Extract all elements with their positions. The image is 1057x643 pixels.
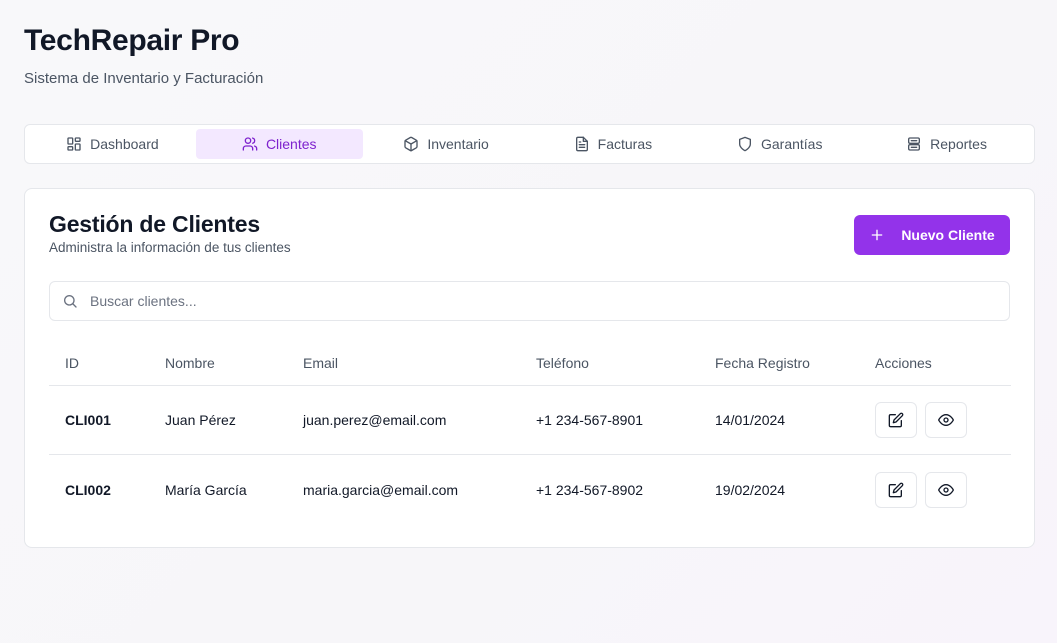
table-header: ID Nombre Email Teléfono Fecha Registro … <box>49 341 1011 386</box>
tab-label: Facturas <box>597 136 653 152</box>
edit-icon <box>888 412 904 428</box>
column-header-email: Email <box>303 355 339 371</box>
section-title: Gestión de Clientes <box>49 211 260 237</box>
tab-label: Inventario <box>427 136 489 152</box>
view-button[interactable] <box>925 402 967 438</box>
client-name: Juan Pérez <box>165 412 236 428</box>
tab-dashboard[interactable]: Dashboard <box>29 129 196 159</box>
column-header-phone: Teléfono <box>536 355 589 371</box>
new-client-button[interactable]: Nuevo Cliente <box>854 215 1010 255</box>
table-row: CLI001 Juan Pérez juan.perez@email.com +… <box>49 386 1011 455</box>
tab-clientes[interactable]: Clientes <box>195 129 363 159</box>
file-text-icon <box>575 136 588 152</box>
tab-label: Reportes <box>930 136 987 152</box>
row-actions <box>875 471 967 508</box>
section-description: Administra la información de tus cliente… <box>49 240 291 255</box>
app-title: TechRepair Pro <box>24 24 240 57</box>
client-date: 19/02/2024 <box>715 481 786 498</box>
client-email: juan.perez@email.com <box>303 412 447 428</box>
column-header-actions: Acciones <box>875 355 932 371</box>
tab-facturas[interactable]: Facturas <box>529 129 696 159</box>
clients-card: Gestión de Clientes Administra la inform… <box>24 188 1035 548</box>
client-id: CLI002 <box>65 481 111 498</box>
eye-icon <box>938 414 954 426</box>
client-phone: +1 234-567-8902 <box>536 481 644 498</box>
client-email: maria.garcia@email.com <box>303 481 459 498</box>
row-actions <box>875 402 967 438</box>
client-phone: +1 234-567-8901 <box>536 412 644 428</box>
users-icon <box>242 137 258 151</box>
new-client-label: Nuevo Cliente <box>901 227 995 243</box>
dashboard-icon <box>67 137 81 151</box>
tab-reportes[interactable]: Reportes <box>863 129 1030 159</box>
plus-icon <box>871 229 883 241</box>
tab-label: Dashboard <box>90 136 159 152</box>
shield-icon <box>738 136 751 152</box>
view-button[interactable] <box>925 471 967 508</box>
reports-icon <box>908 137 921 151</box>
search-input[interactable] <box>90 283 1009 319</box>
column-header-name: Nombre <box>165 355 215 371</box>
edit-button[interactable] <box>875 471 917 508</box>
clients-table: ID Nombre Email Teléfono Fecha Registro … <box>49 341 1011 524</box>
client-name: María García <box>165 481 247 498</box>
main-tabs: Dashboard Clientes Inventario Facturas G… <box>24 124 1035 164</box>
package-icon <box>404 136 418 152</box>
client-date: 14/01/2024 <box>715 412 786 428</box>
client-id: CLI001 <box>65 412 111 428</box>
edit-icon <box>888 482 904 497</box>
tab-garantias[interactable]: Garantías <box>696 129 863 159</box>
app-subtitle: Sistema de Inventario y Facturación <box>24 70 264 87</box>
tab-label: Clientes <box>265 136 317 152</box>
search-icon <box>63 295 77 308</box>
edit-button[interactable] <box>875 402 917 438</box>
table-row: CLI002 María García maria.garcia@email.c… <box>49 455 1011 524</box>
column-header-id: ID <box>65 355 79 371</box>
tab-label: Garantías <box>760 136 823 152</box>
column-header-date: Fecha Registro <box>715 355 810 371</box>
tab-inventario[interactable]: Inventario <box>363 129 530 159</box>
eye-icon <box>938 483 954 496</box>
search-box <box>49 281 1010 321</box>
